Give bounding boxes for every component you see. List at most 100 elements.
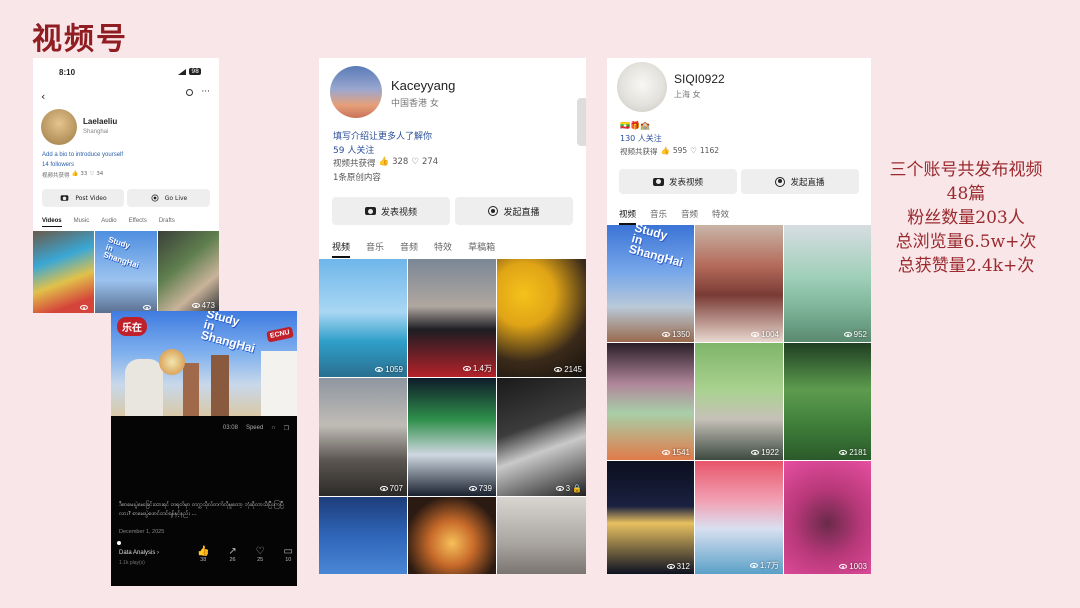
video-tile[interactable]: 739 (408, 378, 496, 496)
tab-drafts[interactable]: Drafts (159, 218, 175, 227)
profile-location: 中国香港 女 (391, 99, 439, 109)
data-analysis-label: Data Analysis (119, 550, 156, 556)
video-views-count: 473 (201, 301, 215, 310)
tab-audio[interactable]: Audio (101, 218, 116, 227)
camera-icon (61, 195, 69, 201)
tab-music[interactable]: 音乐 (650, 208, 667, 225)
video-views: 1059 (375, 365, 403, 374)
video-thumbnail[interactable]: 乐在 Study in ShangHai ECNU (111, 311, 297, 416)
tab-audio[interactable]: 音频 (681, 208, 698, 225)
food-photo (159, 349, 185, 375)
share-action[interactable]: ↗ 26 (228, 546, 236, 563)
tab-audio[interactable]: 音频 (400, 240, 418, 258)
likes-stat: 视频共获得 👍 33 ♡ 34 (42, 171, 103, 179)
video-tile[interactable]: 707 (319, 378, 407, 496)
arch-building (125, 359, 163, 416)
tab-drafts[interactable]: 草稿箱 (468, 240, 495, 258)
video-tile[interactable]: 2145 (497, 259, 586, 377)
avatar[interactable] (41, 109, 77, 145)
summary-line: 总获赞量2.4k+次 (897, 256, 1035, 276)
bio-link[interactable]: Add a bio to introduce yourself (42, 152, 123, 158)
tab-music[interactable]: Music (74, 218, 90, 227)
post-video-label: 发表视频 (668, 177, 703, 188)
eye-icon (751, 332, 760, 337)
video-tile[interactable]: 312 (607, 461, 694, 574)
video-tile[interactable]: 1.7万 (695, 461, 783, 574)
post-video-button[interactable]: Post Video (42, 189, 124, 207)
followers-count[interactable]: 14 followers (42, 162, 74, 168)
video-tile[interactable]: 1003 (784, 461, 871, 574)
live-icon (775, 176, 786, 187)
speed-button[interactable]: Speed (246, 425, 263, 432)
side-handle[interactable] (577, 98, 586, 146)
video-tile[interactable] (497, 497, 586, 574)
likes-label: 视频共获得 (42, 173, 70, 179)
tab-effects[interactable]: Effects (129, 218, 147, 227)
video-tile[interactable]: 1059 (319, 259, 407, 377)
share-count: 26 (229, 557, 236, 563)
video-views: 952 (843, 330, 867, 339)
tab-videos[interactable]: 视频 (332, 240, 351, 258)
post-video-button[interactable]: 发表视频 (619, 169, 737, 194)
favorite-count: 25 (257, 557, 264, 563)
video-tile[interactable]: 1541 (607, 343, 694, 460)
headphone-icon[interactable]: ∩ (271, 425, 275, 432)
avatar[interactable] (330, 66, 382, 118)
video-tile[interactable]: 1004 (695, 225, 783, 342)
video-views: 1004 (751, 330, 779, 339)
progress-dot[interactable] (117, 541, 121, 545)
go-live-button[interactable]: 发起直播 (455, 197, 573, 225)
summary-line: 总浏览量6.5w+次 (895, 232, 1037, 252)
video-tile[interactable]: Study in ShangHai 1350 (607, 225, 694, 342)
video-tile[interactable]: 2181 (784, 343, 871, 460)
avatar[interactable] (617, 62, 667, 112)
eye-icon (375, 367, 384, 372)
likes-count: 33 (80, 171, 88, 177)
profile-screenshot-kaceyyang: Kaceyyang 中国香港 女 填写介绍让更多人了解你 59 人关注 视频共获… (319, 58, 586, 574)
video-tile[interactable]: 952 (784, 225, 871, 342)
tab-videos[interactable]: 视频 (619, 208, 637, 225)
post-video-button[interactable]: 发表视频 (332, 197, 450, 225)
video-tile[interactable]: 1.4万 (408, 259, 496, 377)
tab-videos[interactable]: Videos (42, 218, 62, 227)
search-icon[interactable] (186, 89, 193, 96)
more-icon[interactable]: ··· (201, 87, 210, 97)
eye-icon (749, 563, 758, 568)
tab-effects[interactable]: 特效 (434, 240, 452, 258)
video-tile[interactable]: 473 (158, 231, 219, 313)
follows-count[interactable]: 59 人关注 (333, 143, 374, 156)
post-video-label: 发表视频 (380, 207, 417, 218)
data-analysis-link[interactable]: Data Analysis › (119, 550, 159, 556)
tab-effects[interactable]: 特效 (712, 208, 729, 225)
likes-count: 328 (392, 157, 409, 167)
eye-icon (468, 486, 477, 491)
original-content-count[interactable]: 1条原创内容 (333, 171, 381, 183)
favorite-action[interactable]: ♡ 25 (256, 546, 265, 563)
video-tile[interactable] (408, 497, 496, 574)
video-tile[interactable]: 3 🔒 (497, 378, 586, 496)
window-icon[interactable]: ❐ (284, 425, 289, 432)
profile-screenshot-laelaeliu: 8:10 98 ‹ ··· Laelaeliu Shanghai Add a b… (33, 58, 219, 313)
tab-music[interactable]: 音乐 (366, 240, 384, 258)
back-icon[interactable]: ‹ (41, 90, 45, 103)
video-views: 2181 (839, 448, 867, 457)
video-tile[interactable]: Study in ShangHai (95, 231, 157, 313)
emoji-badges: 🇲🇲🎁🏫 (620, 121, 650, 130)
video-tile[interactable]: 1922 (695, 343, 783, 460)
follows-count[interactable]: 130 人关注 (620, 133, 662, 144)
comment-action[interactable]: ▭ 10 (284, 546, 293, 563)
share-icon: ↗ (228, 546, 237, 557)
go-live-button[interactable]: 发起直播 (741, 169, 859, 194)
eye-icon (191, 303, 200, 308)
school-icon: 🏫 (639, 121, 650, 130)
building-right (211, 355, 229, 416)
video-tile[interactable] (319, 497, 407, 574)
likes-stat: 视频共获得 👍 328 ♡ 274 (333, 157, 438, 169)
eye-icon (554, 367, 563, 372)
like-action[interactable]: 👍 38 (197, 546, 209, 563)
bio-link[interactable]: 填写介绍让更多人了解你 (333, 129, 432, 142)
duration: 03:08 (222, 425, 238, 431)
video-views: 739 (468, 484, 492, 493)
video-tile[interactable] (33, 231, 94, 313)
go-live-button[interactable]: Go Live (127, 189, 210, 207)
